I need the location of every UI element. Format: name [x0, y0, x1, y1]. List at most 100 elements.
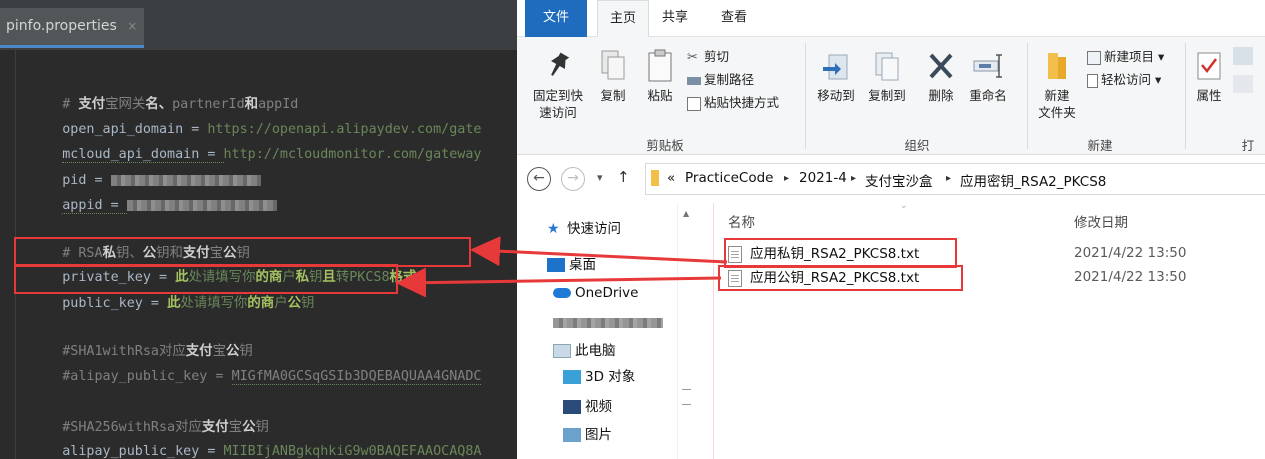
nav-desktop[interactable]: 桌面 — [547, 253, 596, 277]
delete-button[interactable]: 删除 — [921, 49, 961, 104]
nav-quick-access[interactable]: ★ 快速访问 — [547, 217, 621, 241]
highlight-box-public-key-file — [718, 265, 963, 291]
nav-videos[interactable]: 视频 — [563, 395, 612, 419]
paste-button[interactable]: 粘贴 — [639, 49, 681, 104]
scroll-up-icon[interactable]: ▲ — [683, 209, 689, 218]
redacted-value — [126, 199, 277, 211]
move-to-icon — [823, 54, 848, 80]
copy-to-label: 复制到 — [868, 88, 906, 103]
nav-3d-objects[interactable]: 3D 对象 — [563, 365, 635, 389]
sort-indicator-icon: ⌄ — [900, 201, 908, 211]
breadcrumb-practicecode[interactable]: PracticeCode — [685, 170, 773, 186]
code-value: http://mcloudmonitor.com/gateway — [223, 147, 482, 162]
nav-scrollbar[interactable]: ▲ — [677, 203, 695, 459]
breadcrumb-2021-4[interactable]: 2021-4 — [799, 170, 847, 186]
tab-home[interactable]: 主页 — [597, 0, 650, 38]
code-line-comment-sha256[interactable]: #SHA256withRsa对应支付宝公钥 — [30, 392, 269, 435]
recent-locations-dropdown[interactable]: ▾ — [597, 171, 603, 184]
scroll-thumb-grip[interactable] — [682, 389, 691, 405]
easy-access-icon — [1087, 73, 1098, 88]
copy-path-button[interactable]: 复制路径 — [687, 70, 754, 90]
group-label-clipboard: 剪贴板 — [646, 138, 684, 153]
move-to-button[interactable]: 移动到 — [811, 49, 861, 104]
breadcrumb-separator[interactable]: ▸ — [851, 173, 856, 184]
file-date: 2021/4/22 13:50 — [1074, 269, 1187, 285]
breadcrumb-separator[interactable]: ▸ — [946, 173, 951, 184]
code-key: alipay_public_key = — [62, 444, 224, 459]
file-list: 名称 ⌄ 修改日期 应用私钥_RSA2_PKCS8.txt 2021/4/22 … — [713, 201, 1265, 459]
up-button[interactable]: ↑ — [617, 168, 630, 186]
easy-access-dropdown[interactable]: 轻松访问 ▾ — [1087, 70, 1161, 90]
code-line-mcloud-api-domain[interactable]: mcloud_api_domain = http://mcloudmonitor… — [30, 119, 481, 163]
close-icon[interactable]: × — [127, 19, 137, 33]
cut-button[interactable]: ✂ 剪切 — [687, 47, 729, 67]
code-line-pid[interactable]: pid = — [30, 145, 261, 188]
code-line-comment-sha1[interactable]: #SHA1withRsa对应支付宝公钥 — [30, 316, 252, 359]
back-button[interactable]: ← — [527, 167, 551, 191]
ribbon-tab-bar: 文件 主页 共享 查看 — [517, 0, 1265, 38]
breadcrumb-separator[interactable]: ▸ — [784, 173, 789, 184]
rename-button[interactable]: 重命名 — [963, 49, 1013, 104]
paste-shortcut-icon — [687, 96, 701, 111]
nav-pictures[interactable]: 图片 — [563, 423, 612, 447]
ribbon-home: 固定到快 速访问 复制 粘贴 ✂ 剪切 复制路径 粘贴快捷方式 剪贴板 移动到 … — [517, 37, 1265, 155]
column-header-name[interactable]: 名称 — [728, 211, 755, 231]
ribbon-separator — [1185, 43, 1186, 149]
rename-icon — [973, 54, 1002, 78]
new-folder-label-1: 新建 — [1044, 88, 1070, 103]
editor-tab-properties[interactable]: pinfo.properties × — [0, 8, 144, 48]
open-icon-partial[interactable] — [1233, 47, 1253, 65]
nav-label: 桌面 — [569, 257, 596, 273]
breadcrumb-app-keys[interactable]: 应用密钥_RSA2_PKCS8 — [960, 170, 1106, 190]
code-value: MIGfMA0GCSqGSIb3DQEBAQUAA4GNADC — [231, 369, 482, 385]
code-line-alipay-public-key-sha1[interactable]: #alipay_public_key = MIGfMA0GCSqGSIb3DQE… — [30, 341, 482, 385]
ribbon-separator — [805, 43, 806, 149]
new-item-dropdown[interactable]: 新建项目 ▾ — [1087, 47, 1164, 67]
properties-button[interactable]: 属性 — [1191, 49, 1227, 104]
forward-button[interactable]: → — [561, 167, 585, 191]
move-to-label: 移动到 — [817, 88, 855, 103]
copy-to-button[interactable]: 复制到 — [862, 49, 912, 104]
breadcrumb-overflow[interactable]: « — [667, 170, 675, 186]
cut-label: 剪切 — [704, 49, 730, 64]
breadcrumb-alipay-sandbox[interactable]: 支付宝沙盒 — [865, 170, 933, 190]
cube-3d-icon — [563, 370, 581, 384]
tab-share[interactable]: 共享 — [650, 0, 700, 37]
code-line-open-api-domain[interactable]: open_api_domain = https://openapi.alipay… — [30, 94, 481, 137]
nav-label: 此电脑 — [575, 343, 616, 359]
column-header-date[interactable]: 修改日期 — [1074, 211, 1128, 231]
pin-label-2: 速访问 — [539, 105, 577, 120]
paste-label: 粘贴 — [647, 88, 673, 103]
code-line-alipay-public-key-sha256[interactable]: alipay_public_key = MIIBIjANBgkqhkiG9w0B… — [30, 416, 482, 459]
nav-this-pc[interactable]: 此电脑 — [553, 339, 616, 363]
editor-tab-bar: pinfo.properties × — [0, 0, 517, 50]
code-key: public_key = — [62, 296, 168, 311]
copy-button[interactable]: 复制 — [593, 49, 633, 104]
folder-icon — [1048, 53, 1066, 79]
tab-file[interactable]: 文件 — [525, 0, 587, 37]
pin-to-quick-access-button[interactable]: 固定到快 速访问 — [525, 49, 591, 121]
group-label-organize: 组织 — [904, 138, 930, 153]
code-line-comment-gateway[interactable]: # 支付宝网关名、partnerId和appId — [30, 69, 298, 112]
code-key: #alipay_public_key = — [62, 369, 232, 384]
new-folder-button[interactable]: 新建 文件夹 — [1032, 49, 1082, 121]
file-explorer-window: 文件 主页 共享 查看 固定到快 速访问 复制 粘贴 ✂ 剪切 复制路径 粘贴快… — [517, 0, 1265, 459]
nav-label: 3D 对象 — [585, 369, 636, 385]
nav-redacted-item[interactable] — [553, 311, 663, 335]
nav-onedrive[interactable]: OneDrive — [553, 281, 638, 305]
picture-icon — [563, 428, 581, 442]
nav-label: 图片 — [585, 427, 612, 443]
nav-label: 视频 — [585, 399, 612, 415]
paste-shortcut-button[interactable]: 粘贴快捷方式 — [687, 93, 779, 113]
folder-icon — [651, 170, 659, 186]
arrow-up-icon: ↑ — [617, 168, 630, 186]
code-token: 的商 — [247, 296, 275, 311]
delete-x-icon — [929, 53, 953, 79]
code-line-appid[interactable]: appid = — [30, 170, 277, 214]
code-editor: pinfo.properties × # 支付宝网关名、partnerId和ap… — [0, 0, 517, 459]
address-bar: ← → ▾ ↑ « PracticeCode ▸ 2021-4 ▸ 支付宝沙盒 … — [517, 155, 1265, 203]
easy-access-label: 轻松访问 ▾ — [1101, 72, 1162, 87]
tab-view[interactable]: 查看 — [709, 0, 759, 37]
chevron-down-icon: ▾ — [597, 171, 603, 184]
edit-icon-partial[interactable] — [1233, 75, 1253, 93]
